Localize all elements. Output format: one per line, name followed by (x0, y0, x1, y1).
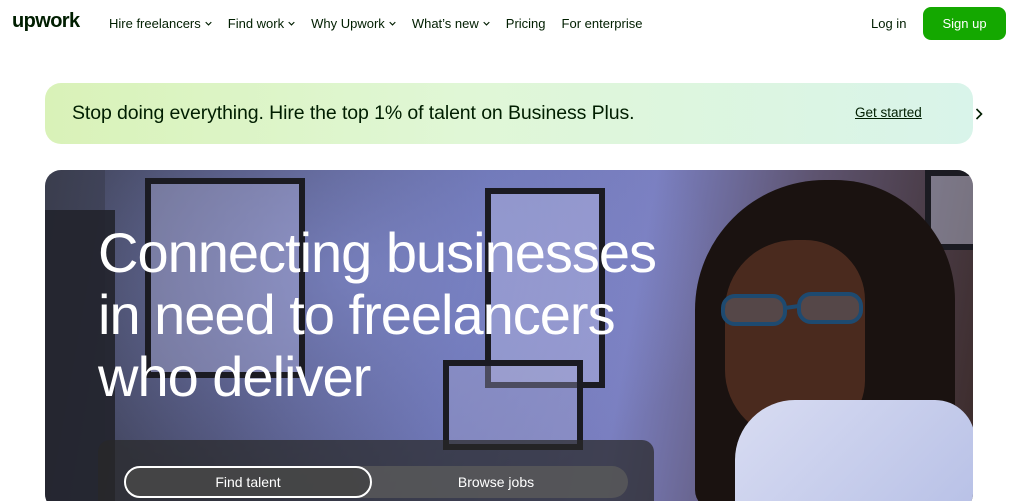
hero-section: Connecting businesses in need to freelan… (45, 170, 973, 501)
promo-text: Stop doing everything. Hire the top 1% o… (72, 102, 635, 124)
hero-title-line: in need to freelancers (98, 283, 616, 346)
nav-hire-freelancers[interactable]: Hire freelancers (109, 16, 212, 31)
hero-title-line: Connecting businesses (98, 221, 657, 284)
hero-title: Connecting businesses in need to freelan… (98, 221, 657, 408)
chevron-right-icon[interactable] (975, 108, 983, 120)
chevron-down-icon (389, 21, 396, 26)
search-tabs: Find talent Browse jobs (124, 466, 628, 498)
nav-label: For enterprise (561, 16, 643, 31)
nav-label: Why Upwork (311, 16, 385, 31)
get-started-link[interactable]: Get started (855, 105, 922, 120)
chevron-down-icon (483, 21, 490, 26)
nav-find-work[interactable]: Find work (228, 16, 295, 31)
nav-why-upwork[interactable]: Why Upwork (311, 16, 396, 31)
chevron-down-icon (288, 21, 295, 26)
nav-for-enterprise[interactable]: For enterprise (562, 16, 643, 31)
hero-title-line: who deliver (98, 345, 371, 408)
nav-label: What’s new (411, 16, 479, 31)
top-header: upwork Hire freelancers Find work Why Up… (0, 0, 1024, 48)
tab-browse-jobs[interactable]: Browse jobs (372, 466, 620, 498)
glasses-icon (721, 292, 863, 326)
signup-button[interactable]: Sign up (923, 7, 1006, 40)
login-link[interactable]: Log in (871, 16, 906, 31)
nav-label: Pricing (505, 16, 546, 31)
hero-person-image (695, 180, 973, 501)
person-sweater (735, 400, 973, 501)
nav-pricing[interactable]: Pricing (506, 16, 546, 31)
nav-whats-new[interactable]: What’s new (412, 16, 490, 31)
promo-banner: Stop doing everything. Hire the top 1% o… (45, 83, 983, 144)
nav-label: Hire freelancers (109, 16, 201, 31)
search-panel: Find talent Browse jobs (98, 440, 654, 501)
nav-label: Find work (227, 16, 285, 31)
upwork-logo[interactable]: upwork (12, 10, 80, 33)
tab-find-talent[interactable]: Find talent (124, 466, 372, 498)
main-nav: Hire freelancers Find work Why Upwork Wh… (109, 16, 642, 31)
chevron-down-icon (205, 21, 212, 26)
